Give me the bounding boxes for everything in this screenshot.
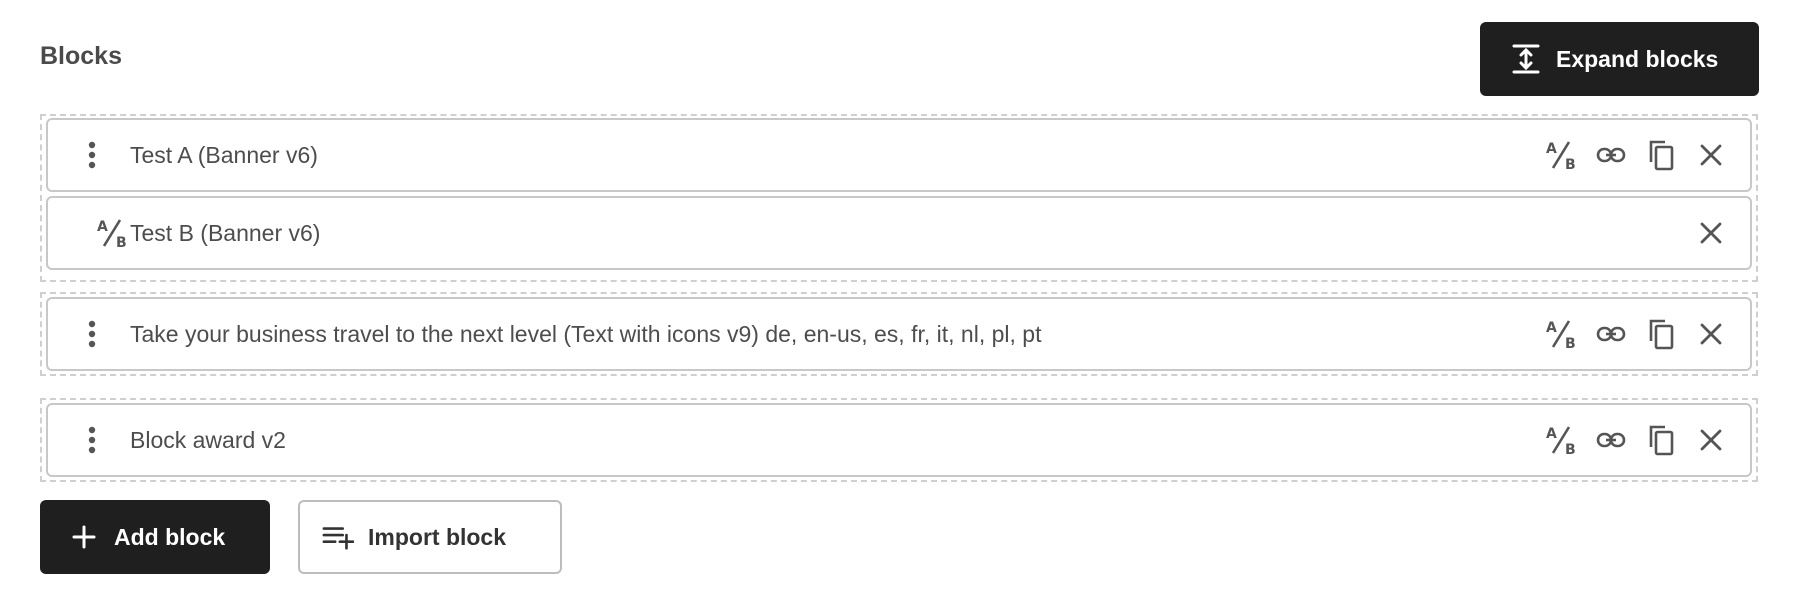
block-row-award[interactable]: Block award v2 AB xyxy=(46,403,1752,477)
playlist-add-icon xyxy=(322,521,354,553)
expand-blocks-label: Expand blocks xyxy=(1556,45,1719,72)
svg-text:A: A xyxy=(1546,320,1557,336)
add-block-label: Add block xyxy=(114,523,226,550)
ab-test-icon[interactable]: AB xyxy=(1544,317,1578,351)
close-icon[interactable] xyxy=(1694,423,1728,457)
copy-icon[interactable] xyxy=(1644,138,1678,172)
block-row-business-travel[interactable]: Take your business travel to the next le… xyxy=(46,297,1752,371)
svg-text:B: B xyxy=(1565,336,1576,351)
copy-icon[interactable] xyxy=(1644,423,1678,457)
svg-text:B: B xyxy=(116,235,127,250)
close-icon[interactable] xyxy=(1694,216,1728,250)
ab-test-block-group: Test A (Banner v6) AB AB Test B (Banner … xyxy=(40,114,1758,282)
ab-test-icon[interactable]: AB xyxy=(1544,423,1578,457)
block-label: Test A (Banner v6) xyxy=(130,141,318,168)
import-block-label: Import block xyxy=(368,523,507,550)
drag-handle-icon[interactable] xyxy=(78,420,106,460)
block-actions: AB xyxy=(1544,299,1728,369)
block-label: Take your business travel to the next le… xyxy=(130,320,1042,347)
block-actions xyxy=(1694,198,1728,268)
link-icon[interactable] xyxy=(1594,138,1628,172)
block-row-test-a[interactable]: Test A (Banner v6) AB xyxy=(46,118,1752,192)
expand-blocks-button[interactable]: Expand blocks xyxy=(1480,22,1759,96)
block-label: Test B (Banner v6) xyxy=(130,219,321,246)
block-actions: AB xyxy=(1544,405,1728,475)
svg-text:B: B xyxy=(1565,442,1576,457)
close-icon[interactable] xyxy=(1694,317,1728,351)
ab-test-icon: AB xyxy=(94,215,130,251)
close-icon[interactable] xyxy=(1694,138,1728,172)
block-row-test-b[interactable]: AB Test B (Banner v6) xyxy=(46,196,1752,270)
drag-handle-icon[interactable] xyxy=(78,135,106,175)
svg-text:B: B xyxy=(1565,157,1576,172)
block-group: Take your business travel to the next le… xyxy=(40,292,1758,376)
svg-text:A: A xyxy=(1546,141,1557,157)
block-label: Block award v2 xyxy=(130,426,286,453)
link-icon[interactable] xyxy=(1594,423,1628,457)
link-icon[interactable] xyxy=(1594,317,1628,351)
copy-icon[interactable] xyxy=(1644,317,1678,351)
block-actions: AB xyxy=(1544,120,1728,190)
svg-text:A: A xyxy=(1546,426,1557,442)
expand-vertical-icon xyxy=(1510,43,1542,75)
add-block-button[interactable]: Add block xyxy=(40,500,270,574)
drag-handle-icon[interactable] xyxy=(78,314,106,354)
svg-text:A: A xyxy=(97,219,108,235)
block-group: Block award v2 AB xyxy=(40,398,1758,482)
plus-icon xyxy=(68,521,100,553)
ab-test-icon[interactable]: AB xyxy=(1544,138,1578,172)
blocks-title: Blocks xyxy=(40,42,122,70)
import-block-button[interactable]: Import block xyxy=(298,500,562,574)
